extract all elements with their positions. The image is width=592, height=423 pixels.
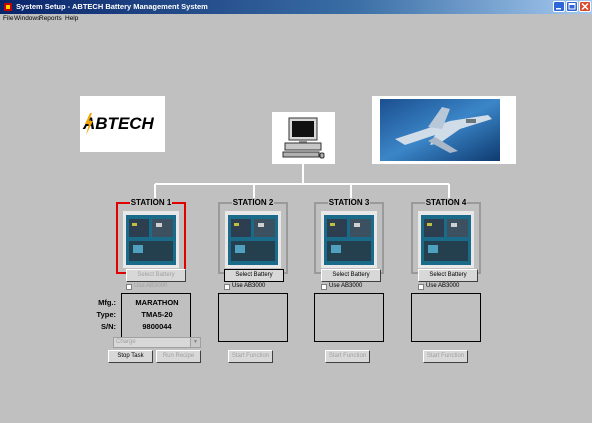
station-1-select-battery-button[interactable]: Select Battery (126, 269, 186, 282)
station-1-use-ab3000-checkbox[interactable] (126, 284, 132, 290)
stop-task-button[interactable]: Stop Task (108, 350, 153, 363)
station-2-panel[interactable]: STATION 2 (218, 198, 288, 274)
menu-windows[interactable]: Windows (14, 15, 40, 22)
station-4-start-function-button[interactable]: Start Function (423, 350, 468, 363)
computer-icon (282, 117, 325, 159)
close-button[interactable] (579, 1, 591, 12)
logo-panel: ABTECH (80, 96, 165, 152)
menu-bar: File Windows Reports Help (0, 14, 592, 25)
battery-charger-image (225, 211, 281, 268)
station-3-use-ab3000-checkbox[interactable] (321, 284, 327, 290)
battery-charger-image (123, 211, 179, 268)
menu-help[interactable]: Help (65, 15, 78, 22)
station-1-panel[interactable]: STATION 1 (116, 198, 186, 274)
aircraft-photo-panel (372, 96, 516, 164)
menu-reports[interactable]: Reports (39, 15, 62, 22)
battery-charger-image (418, 211, 474, 268)
lightning-bolt-icon (85, 113, 93, 135)
mfg-value: MARATHON (135, 298, 179, 307)
station-title: STATION 3 (327, 198, 371, 207)
checkbox-label: Use AB3000 (426, 283, 460, 289)
window-title: System Setup - ABTECH Battery Management… (16, 2, 208, 11)
station-2-select-battery-button[interactable]: Select Battery (224, 269, 284, 282)
battery-charger-image (321, 211, 377, 268)
close-icon (581, 2, 589, 11)
station-connection-lines (154, 164, 450, 199)
checkbox-label: Use AB3000 (232, 283, 266, 289)
maximize-icon (568, 3, 576, 10)
station-1-function-select[interactable]: Charge ▼ (113, 337, 201, 348)
type-value: TMA5-20 (141, 310, 173, 319)
function-select-value: Charge (116, 339, 136, 345)
type-label: Type: (96, 310, 116, 319)
run-recipe-button[interactable]: Run Recipe (156, 350, 201, 363)
sn-value: 9800044 (142, 322, 172, 331)
station-4-select-battery-button[interactable]: Select Battery (418, 269, 478, 282)
station-2-battery-info (218, 293, 288, 342)
checkbox-label: Use AB3000 (134, 283, 168, 289)
station-2-start-function-button[interactable]: Start Function (228, 350, 273, 363)
station-title: STATION 1 (129, 198, 173, 207)
station-title: STATION 2 (231, 198, 275, 207)
maximize-button[interactable] (566, 1, 578, 12)
station-2-use-ab3000-checkbox[interactable] (224, 284, 230, 290)
title-bar[interactable]: System Setup - ABTECH Battery Management… (0, 0, 592, 14)
minimize-button[interactable] (553, 1, 565, 12)
app-icon (4, 3, 12, 11)
chevron-down-icon[interactable]: ▼ (190, 338, 200, 347)
station-4-use-ab3000-checkbox[interactable] (418, 284, 424, 290)
station-3-start-function-button[interactable]: Start Function (325, 350, 370, 363)
station-1-battery-info: MARATHON TMA5-20 9800044 (121, 293, 191, 342)
mfg-label: Mfg.: (98, 298, 116, 307)
checkbox-label: Use AB3000 (329, 283, 363, 289)
sn-label: S/N: (101, 322, 116, 331)
menu-file[interactable]: File (3, 15, 13, 22)
station-3-select-battery-button[interactable]: Select Battery (321, 269, 381, 282)
station-4-panel[interactable]: STATION 4 (411, 198, 481, 274)
station-3-panel[interactable]: STATION 3 (314, 198, 384, 274)
station-3-battery-info (314, 293, 384, 342)
host-computer-panel (272, 112, 335, 164)
station-4-battery-info (411, 293, 481, 342)
aircraft-photo (380, 99, 500, 161)
station-title: STATION 4 (424, 198, 468, 207)
minimize-icon (556, 8, 561, 10)
